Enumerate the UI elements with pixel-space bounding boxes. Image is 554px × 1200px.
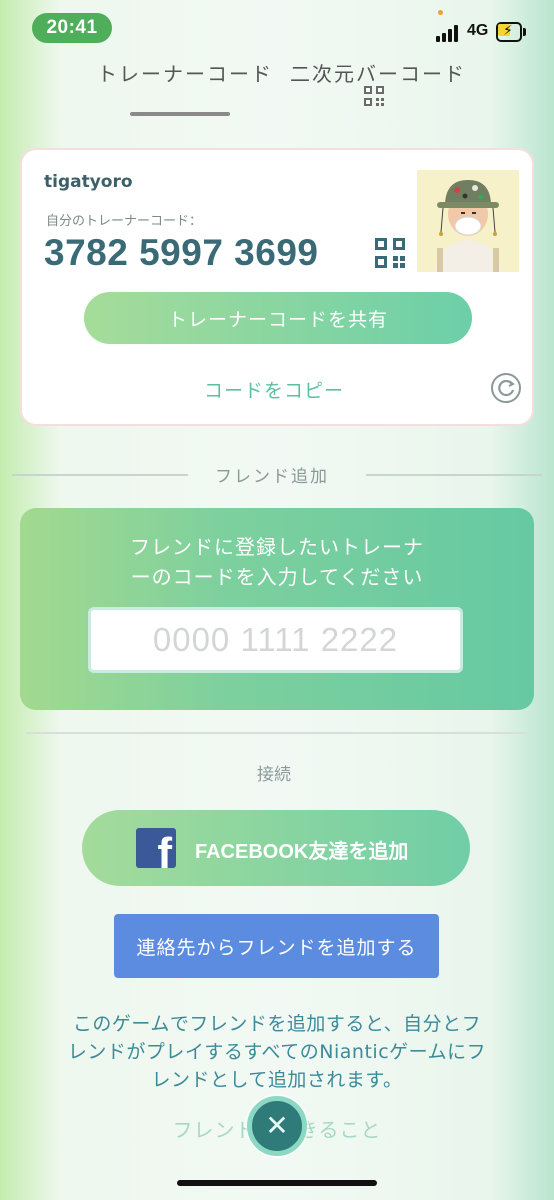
signal-icon xyxy=(436,24,462,42)
qr-code-icon[interactable] xyxy=(364,86,384,106)
friend-info-text: このゲームでフレンドを追加すると、自分とフ レンドがプレイするすべてのNiant… xyxy=(30,1010,524,1094)
privacy-indicator-dot xyxy=(438,10,443,15)
add-facebook-friends-button[interactable]: f FACEBOOK友達を追加 xyxy=(82,810,470,886)
tab-qr-code[interactable]: 二次元バーコード xyxy=(290,58,466,87)
facebook-icon: f xyxy=(136,828,176,868)
qr-code-icon[interactable] xyxy=(375,238,405,268)
add-from-contacts-button[interactable]: 連絡先からフレンドを追加する xyxy=(114,914,439,978)
username: tigatyoro xyxy=(44,172,133,192)
active-tab-indicator xyxy=(130,112,230,116)
facebook-button-label: FACEBOOK友達を追加 xyxy=(195,841,409,863)
battery-icon: ⚡ xyxy=(496,22,526,42)
trainer-avatar[interactable] xyxy=(417,170,519,272)
section-divider xyxy=(366,474,542,476)
section-divider xyxy=(26,732,528,734)
copy-code-link[interactable]: コードをコピー xyxy=(204,376,344,403)
info-line: レンドがプレイするすべてのNianticゲームにフ xyxy=(67,1041,487,1063)
friend-code-input[interactable] xyxy=(88,607,463,673)
status-time[interactable]: 20:41 xyxy=(32,13,112,43)
close-icon: ✕ xyxy=(265,1109,289,1142)
section-divider xyxy=(12,474,188,476)
home-indicator[interactable] xyxy=(177,1180,377,1186)
trainer-code-label: 自分のトレーナーコード： xyxy=(46,214,203,229)
share-code-button[interactable]: トレーナーコードを共有 xyxy=(84,292,472,344)
trainer-code-value: 3782 5997 3699 xyxy=(44,232,319,273)
tab-trainer-code[interactable]: トレーナーコード xyxy=(97,58,273,87)
friend-code-panel: フレンドに登録したいトレーナ ーのコードを入力してください xyxy=(20,508,534,710)
close-button[interactable]: ✕ xyxy=(247,1096,307,1156)
refresh-icon[interactable] xyxy=(490,372,522,404)
friend-add-title: フレンド追加 xyxy=(215,467,329,487)
network-type: 4G xyxy=(467,22,489,39)
info-line: このゲームでフレンドを追加すると、自分とフ xyxy=(72,1013,482,1035)
instruction-line: フレンドに登録したいトレーナ xyxy=(130,535,424,559)
instruction-line: ーのコードを入力してください xyxy=(130,565,424,589)
status-bar: 20:41 4G ⚡ xyxy=(0,0,554,58)
friend-code-instruction: フレンドに登録したいトレーナ ーのコードを入力してください xyxy=(20,532,534,592)
info-line: レンドとして追加されます。 xyxy=(151,1069,403,1091)
trainer-code-card: tigatyoro 自分のトレーナーコード： 3782 5997 3699 トレ… xyxy=(20,148,534,426)
connect-title: 接続 xyxy=(257,765,291,785)
